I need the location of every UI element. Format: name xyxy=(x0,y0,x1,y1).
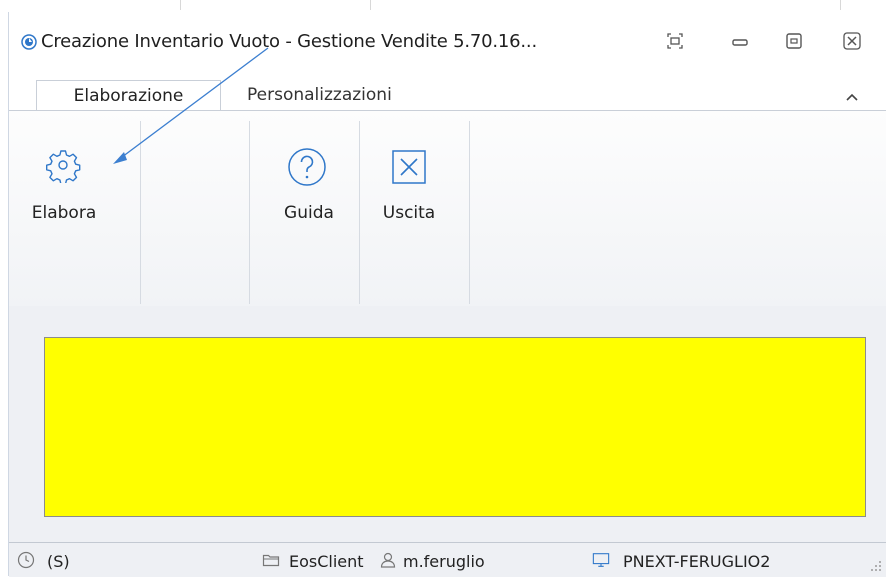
help-icon xyxy=(288,148,326,186)
clock-icon xyxy=(17,551,35,569)
window-title: Creazione Inventario Vuoto - Gestione Ve… xyxy=(41,31,537,52)
background-fragment xyxy=(0,0,181,10)
minimize-icon[interactable] xyxy=(727,28,753,54)
user-icon xyxy=(380,552,396,568)
ribbon-tabs: Elaborazione Personalizzazioni xyxy=(9,70,886,112)
background-fragment xyxy=(640,0,841,10)
status-user: m.feruglio xyxy=(403,552,485,571)
tab-personalizzazioni[interactable]: Personalizzazioni xyxy=(247,80,392,110)
ribbon-separator xyxy=(249,121,250,304)
status-shortcut: (S) xyxy=(47,552,70,571)
content-area xyxy=(9,306,886,542)
title-bar: Creazione Inventario Vuoto - Gestione Ve… xyxy=(9,12,886,70)
ribbon-separator xyxy=(359,121,360,304)
exit-icon xyxy=(392,150,426,184)
computer-icon xyxy=(592,553,610,567)
uscita-label: Uscita xyxy=(382,203,436,223)
gear-icon xyxy=(46,150,81,183)
app-logo-icon xyxy=(21,34,37,50)
guida-label: Guida xyxy=(284,203,334,223)
tab-elaborazione[interactable]: Elaborazione xyxy=(36,80,221,112)
status-bar: (S) EosClient m.feruglio PNEXT-FERUGLIO2 xyxy=(9,542,886,577)
ribbon-separator xyxy=(140,121,141,304)
folder-icon xyxy=(262,554,280,567)
ribbon-separator xyxy=(469,121,470,304)
collapse-ribbon-icon[interactable] xyxy=(845,92,859,102)
close-icon[interactable] xyxy=(839,28,865,54)
background-fragment xyxy=(330,0,371,10)
highlight-panel xyxy=(44,337,866,517)
restore-layout-icon[interactable] xyxy=(662,28,688,54)
maximize-icon[interactable] xyxy=(781,28,807,54)
status-machine: PNEXT-FERUGLIO2 xyxy=(623,552,771,571)
elabora-label: Elabora xyxy=(31,203,97,223)
resize-grip-icon[interactable] xyxy=(869,559,883,573)
ribbon-panel: Elabora Guida Uscita xyxy=(9,110,886,307)
app-window: Creazione Inventario Vuoto - Gestione Ve… xyxy=(8,12,886,577)
background-window-edge xyxy=(0,0,886,12)
status-server: EosClient xyxy=(289,552,364,571)
